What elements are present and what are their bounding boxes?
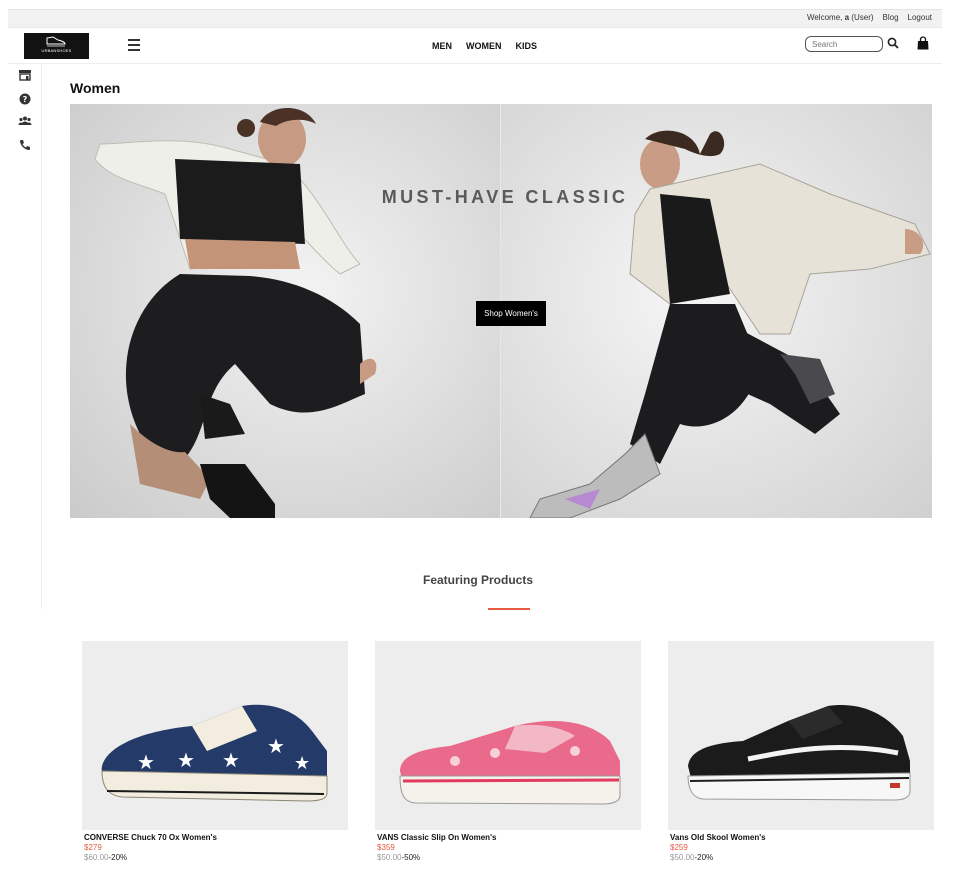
main-nav: MEN WOMEN KIDS <box>432 41 537 51</box>
svg-text:★: ★ <box>177 748 195 772</box>
product-name[interactable]: VANS Classic Slip On Women's <box>377 833 496 842</box>
product-discount: -50% <box>401 853 421 862</box>
account-links: Welcome, a (User) Blog Logout <box>807 13 932 22</box>
product-price: $359 <box>377 843 395 852</box>
shoe-logo-icon <box>46 36 66 47</box>
product-card[interactable]: Vans Old Skool Women's $259 $50.00-20% <box>668 641 934 865</box>
svg-text:★: ★ <box>267 734 285 758</box>
nav-kids[interactable]: KIDS <box>516 41 538 51</box>
help-icon[interactable]: ? <box>18 92 32 106</box>
svg-text:★: ★ <box>137 750 155 774</box>
phone-icon[interactable] <box>18 138 32 152</box>
product-name[interactable]: CONVERSE Chuck 70 Ox Women's <box>84 833 217 842</box>
product-card[interactable]: ★ ★ ★ ★ ★ CONVERSE Chuck 70 Ox Women's $… <box>82 641 348 865</box>
hero-banner: MUST-HAVE CLASSIC Shop Women's <box>70 104 932 518</box>
users-icon[interactable] <box>18 114 32 128</box>
top-utility-bar: Welcome, a (User) Blog Logout <box>8 9 942 28</box>
search-icon[interactable] <box>887 37 899 49</box>
logout-link[interactable]: Logout <box>908 13 932 22</box>
nav-women[interactable]: WOMEN <box>466 41 502 51</box>
blog-link[interactable]: Blog <box>883 13 899 22</box>
page-title: Women <box>70 80 121 96</box>
svg-text:?: ? <box>23 95 28 104</box>
welcome-message: Welcome, a (User) <box>806 13 874 22</box>
product-old-price: $60.00-20% <box>84 853 128 862</box>
svg-text:★: ★ <box>294 753 310 774</box>
site-logo[interactable]: URBANSHOES <box>24 33 89 59</box>
product-discount: -20% <box>108 853 128 862</box>
product-discount: -20% <box>694 853 714 862</box>
featured-title: Featuring Products <box>422 573 533 587</box>
store-icon[interactable] <box>18 68 32 82</box>
menu-icon[interactable] <box>128 39 140 51</box>
svg-text:★: ★ <box>222 748 240 772</box>
logo-text: URBANSHOES <box>41 48 72 53</box>
product-name[interactable]: Vans Old Skool Women's <box>670 833 766 842</box>
vans-old-skool-image <box>687 705 911 801</box>
product-price: $279 <box>84 843 102 852</box>
product-old-price: $50.00-20% <box>670 853 714 862</box>
product-old-price: $50.00-50% <box>377 853 421 862</box>
side-toolbar: ? <box>8 64 42 609</box>
product-image[interactable]: ★ ★ ★ ★ ★ <box>82 641 348 830</box>
featured-underline <box>488 608 530 610</box>
product-image[interactable] <box>668 641 934 830</box>
shopping-bag-icon[interactable] <box>917 36 929 50</box>
product-price: $259 <box>670 843 688 852</box>
search-input[interactable] <box>805 36 883 52</box>
nav-men[interactable]: MEN <box>432 41 452 51</box>
vans-slip-on-image <box>399 721 621 805</box>
product-card[interactable]: VANS Classic Slip On Women's $359 $50.00… <box>375 641 641 865</box>
hero-title: MUST-HAVE CLASSIC <box>381 187 629 207</box>
converse-shoe-image: ★ ★ ★ ★ ★ <box>101 704 328 802</box>
site-header: URBANSHOES MEN WOMEN KIDS <box>8 28 942 64</box>
shop-womens-button[interactable]: Shop Women's <box>476 301 546 326</box>
user-icon: a <box>844 13 850 22</box>
product-image[interactable] <box>375 641 641 830</box>
